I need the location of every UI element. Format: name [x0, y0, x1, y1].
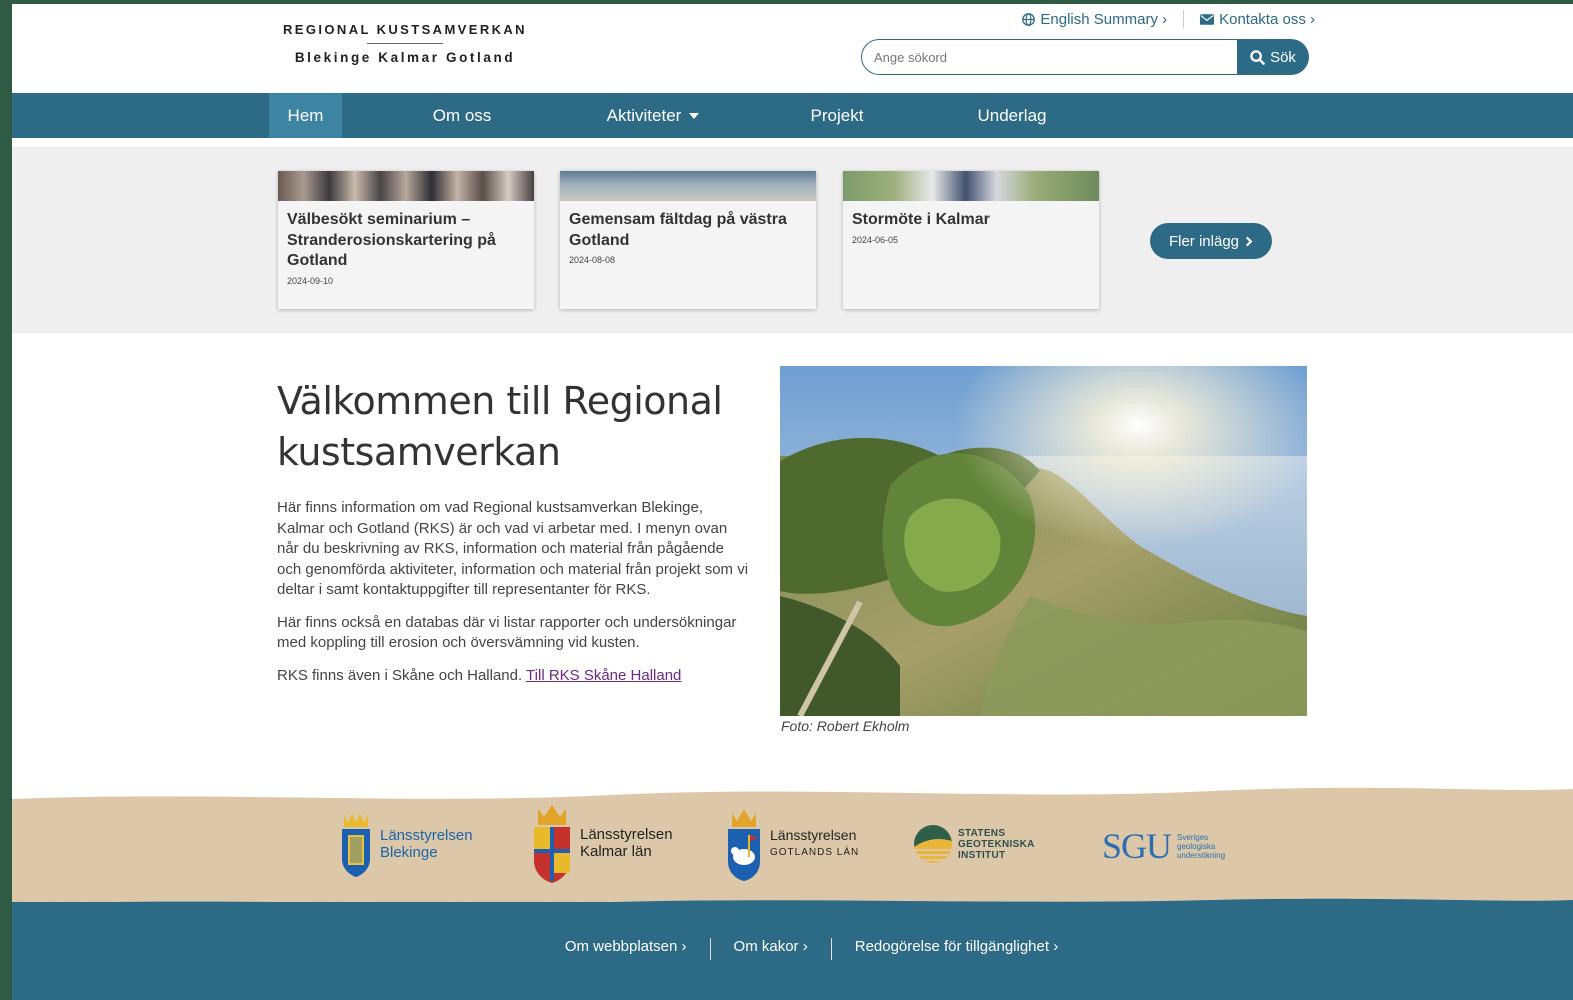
search-icon	[1250, 49, 1265, 65]
nav-item-hem[interactable]: Hem	[269, 93, 342, 138]
intro-section: Välkommen till Regional kustsamverkan Hä…	[277, 376, 752, 686]
partner-name: INSTITUT	[958, 849, 1006, 861]
english-summary-label: English Summary ›	[1040, 10, 1168, 28]
search-button[interactable]: Sök	[1237, 39, 1309, 75]
nav-item-label: Aktiviteter	[606, 105, 682, 125]
nav-item-om-oss[interactable]: Om oss	[422, 93, 502, 138]
partner-blekinge[interactable]: Länsstyrelsen Blekinge	[338, 811, 473, 877]
partner-name: Länsstyrelsen	[580, 826, 673, 843]
nav-item-projekt[interactable]: Projekt	[802, 93, 872, 138]
utility-divider	[1183, 10, 1185, 28]
partner-sgu[interactable]: SGU Sveriges geologiska undersökning	[1102, 825, 1225, 867]
nav-item-underlag[interactable]: Underlag	[967, 93, 1057, 138]
news-card-title: Gemensam fältdag på västra Gotland	[569, 211, 787, 249]
partner-name: Länsstyrelsen	[770, 827, 857, 843]
intro-text: RKS finns även i Skåne och Halland.	[277, 666, 527, 684]
chevron-right-icon	[1245, 236, 1253, 246]
partner-name: geologiska	[1177, 841, 1216, 851]
site-footer: Om webbplatsen › Om kakor › Redogörelse …	[12, 898, 1573, 1000]
coastal-landscape-image	[780, 366, 1307, 716]
news-card-date: 2024-08-08	[569, 255, 616, 265]
partner-gotland[interactable]: Länsstyrelsen GOTLANDS LÄN	[724, 807, 859, 881]
footer-link-om-webbplatsen[interactable]: Om webbplatsen ›	[542, 938, 710, 960]
more-posts-label: Fler inlägg	[1168, 232, 1240, 250]
utility-links: English Summary › Kontakta oss ›	[1022, 10, 1315, 28]
news-strip: Välbesökt seminarium – Stranderosionskar…	[12, 147, 1573, 333]
news-card-image	[560, 171, 816, 201]
partner-name: undersökning	[1177, 850, 1226, 860]
kalmar-coat-of-arms-icon	[534, 805, 570, 883]
caret-down-icon	[689, 112, 700, 119]
nav-item-label: Projekt	[810, 105, 864, 125]
partner-name: Länsstyrelsen	[380, 827, 473, 844]
blekinge-coat-of-arms-icon	[342, 813, 370, 877]
photo-caption: Foto: Robert Ekholm	[781, 718, 910, 734]
footer-link-om-kakor[interactable]: Om kakor ›	[711, 938, 831, 960]
partner-region: GOTLANDS LÄN	[770, 847, 860, 858]
partner-name: STATENS	[958, 827, 1006, 839]
gotland-coat-of-arms-icon	[728, 809, 760, 881]
page-title: Välkommen till Regional kustsamverkan	[277, 379, 723, 474]
search-input[interactable]	[861, 39, 1237, 75]
news-card-image	[278, 171, 534, 201]
news-card[interactable]: Välbesökt seminarium – Stranderosionskar…	[278, 171, 534, 309]
nav-item-label: Hem	[287, 105, 324, 125]
nav-item-label: Om oss	[432, 105, 492, 125]
footer-links: Om webbplatsen › Om kakor › Redogörelse …	[12, 938, 1573, 960]
news-card-date: 2024-09-10	[287, 275, 334, 286]
intro-paragraph: RKS finns även i Skåne och Halland. Till…	[277, 666, 752, 687]
hero-photo	[780, 366, 1307, 716]
news-card-image	[843, 171, 1099, 201]
english-summary-link[interactable]: English Summary ›	[1022, 11, 1167, 28]
site-logo[interactable]: REGIONAL KUSTSAMVERKAN Blekinge Kalmar G…	[280, 22, 530, 65]
footer-link-tillganglighet[interactable]: Redogörelse för tillgänglighet ›	[832, 938, 1081, 960]
partner-kalmar[interactable]: Länsstyrelsen Kalmar län	[530, 803, 673, 883]
nav-item-aktiviteter[interactable]: Aktiviteter	[598, 93, 708, 138]
partner-name: GEOTEKNISKA	[958, 838, 1035, 850]
intro-paragraph: Här finns också en databas där vi listar…	[277, 613, 737, 652]
contact-label: Kontakta oss ›	[1219, 10, 1315, 28]
main-nav: Hem Om oss Aktiviteter Projekt Underlag	[12, 93, 1573, 138]
news-card-title: Stormöte i Kalmar	[852, 211, 990, 228]
news-card[interactable]: Stormöte i Kalmar 2024-06-05	[843, 171, 1099, 309]
logo-divider	[367, 43, 443, 44]
search-form: Sök	[861, 39, 1309, 75]
contact-link[interactable]: Kontakta oss ›	[1200, 11, 1315, 28]
intro-paragraph: Här finns information om vad Regional ku…	[277, 499, 749, 598]
logo-title: REGIONAL KUSTSAMVERKAN	[283, 22, 527, 37]
news-card-title: Välbesökt seminarium – Stranderosionskar…	[287, 211, 496, 269]
logo-subtitle: Blekinge Kalmar Gotland	[294, 50, 516, 65]
nav-item-label: Underlag	[977, 105, 1047, 125]
page: REGIONAL KUSTSAMVERKAN Blekinge Kalmar G…	[12, 4, 1573, 1000]
more-posts-button[interactable]: Fler inlägg	[1150, 223, 1272, 259]
globe-icon	[1022, 12, 1036, 26]
news-card[interactable]: Gemensam fältdag på västra Gotland 2024-…	[560, 171, 816, 309]
partner-region: Blekinge	[380, 844, 438, 861]
site-header: REGIONAL KUSTSAMVERKAN Blekinge Kalmar G…	[12, 4, 1573, 93]
envelope-icon	[1200, 13, 1215, 25]
sgi-logo-icon	[914, 825, 952, 863]
footer-wave-shape	[12, 898, 1573, 908]
search-button-label: Sök	[1270, 48, 1296, 66]
partner-sgi[interactable]: STATENS GEOTEKNISKA INSTITUT	[914, 825, 1035, 863]
partner-name: Sveriges	[1177, 832, 1209, 842]
partner-region: Kalmar län	[580, 843, 652, 860]
news-card-date: 2024-06-05	[852, 234, 899, 245]
sgu-wordmark: SGU	[1102, 826, 1172, 866]
rks-skane-halland-link[interactable]: Till RKS Skåne Halland	[526, 667, 681, 684]
